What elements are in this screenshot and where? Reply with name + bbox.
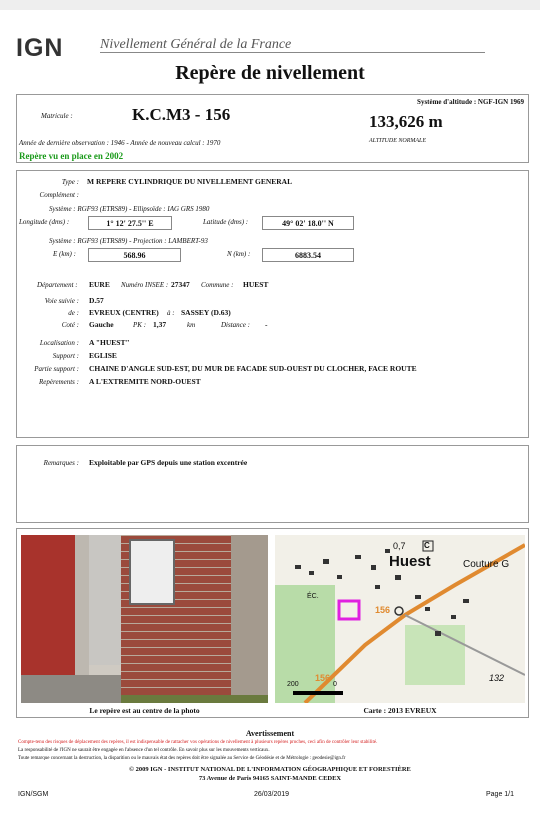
map-town-label: Huest [389,553,431,570]
warning-title: Avertissement [245,729,295,738]
reperements-value: A L'EXTREMITE NORD-OUEST [89,377,201,386]
red-door [21,535,75,675]
page-title: Repère de nivellement [175,62,365,84]
pk-label: PK : [133,321,147,329]
voie-label: Voie suivie : [44,297,79,305]
address-line: 73 Avenue de Paris 94165 SAINT-MANDE CED… [198,775,342,782]
departement-label: Département : [37,281,78,289]
a-value: SASSEY (D.63) [181,308,231,317]
document-page: IGN Nivellement Général de la France Rep… [0,10,540,833]
map-ec-label: ÉC. [307,593,319,600]
n-label: N (km) : [227,250,251,258]
insee-label: Numéro INSEE : [121,281,169,289]
map-scale-1: 0 [333,681,337,688]
longitude-label: Longitude (dms) : [19,218,70,226]
support-value: EGLISE [89,351,117,360]
e-field: 568.96 [88,248,181,262]
n-field: 6883.54 [262,248,354,262]
footer-date: 26/03/2019 [254,791,290,798]
distance-value: - [265,320,268,329]
observation-dates: Année de dernière observation : 1946 - A… [19,139,221,147]
voie-value: D.57 [89,296,104,305]
partie-value: CHAINE D'ANGLE SUD-EST, DU MUR DE FACADE… [89,364,417,373]
altitude-value: 133,626 m [369,112,443,131]
map-elev-4: 156 [315,673,331,683]
a-label: à : [167,309,175,317]
partie-label: Partie support : [34,365,79,373]
support-label: Support : [52,352,79,360]
church-symbol [394,606,404,616]
reperements-label: Repèrements : [39,378,79,386]
benchmark-marker [337,599,361,621]
type-label: Type : [61,178,79,186]
scale-bar [293,691,343,695]
altitude-system: Système d'altitude : NGF-IGN 1969 [417,98,524,106]
longitude-field: 1° 12' 27.5'' E [88,216,172,230]
remarques-label: Remarques : [43,459,79,467]
localisation-value: A "HUEST" [89,338,130,347]
warning-red-line: Compte-tenu des risques de déplacement d… [18,740,378,745]
remarques-box: Remarques : Exploitable par GPS depuis u… [16,445,529,523]
right-wall [231,535,268,703]
distance-label: Distance : [221,321,250,329]
grass [121,695,268,703]
latitude-field: 49° 02' 18.0'' N [262,216,354,230]
matricule-label: Matricule : [41,112,73,120]
e-label: E (km) : [53,250,76,258]
media-box: Le repère est au centre de la photo Hues… [16,528,529,718]
ign-logo: IGN [16,34,64,62]
altitude-label: ALTITUDE NORMALE [369,138,427,144]
map-place-label: Couture G [463,559,510,570]
identity-box: Matricule : K.C.M3 - 156 Système d'altit… [16,94,529,163]
details-box: Type : M REPERE CYLINDRIQUE DU NIVELLEME… [16,170,529,438]
stone-wall [89,535,121,665]
footer-left: IGN/SGM [18,791,49,798]
cote-label: Coté : [61,321,79,329]
header-subtitle: Nivellement Général de la France [100,37,292,52]
location-map: Huest Couture G 0,7 C 132 156 156 ÉC. 20… [275,535,525,703]
door-frame [75,535,89,675]
de-label: de : [68,309,79,317]
departement-value: EURE [89,280,110,289]
map-c-box: C [424,541,430,550]
map-elev-2: 132 [489,673,505,683]
pk-value: 1,37 [153,320,167,329]
warning-line-3: Toute remarque concernant la destruction… [18,756,346,761]
map-caption: Carte : 2013 EVREUX [363,706,437,715]
subtitle-rule [100,52,485,53]
footer-page: Page 1/1 [486,791,515,798]
remarques-value: Exploitable par GPS depuis une station e… [89,458,248,467]
km-unit: km [187,321,196,329]
map-elev-3: 156 [375,605,391,615]
commune-value: HUEST [243,280,269,289]
map-scale-0: 200 [287,681,299,688]
insee-value: 27347 [171,280,190,289]
site-photo [21,535,268,703]
photo-caption: Le repère est au centre de la photo [89,706,200,715]
matricule-value: K.C.M3 - 156 [132,105,231,124]
type-value: M REPERE CYLINDRIQUE DU NIVELLEMENT GENE… [87,177,293,186]
latitude-label: Latitude (dms) : [203,218,249,226]
map-elev-1: 0,7 [393,541,406,551]
commune-label: Commune : [201,281,234,289]
complement-label: Complément : [39,191,79,199]
projection-system: Système : RGF93 (ETRS89) - Projection : … [49,237,208,245]
copyright-line: © 2009 IGN - INSTITUT NATIONAL DE L'INFO… [129,766,411,773]
cote-value: Gauche [89,320,114,329]
status-line: Repère vu en place en 2002 [19,151,124,161]
ground [21,675,121,703]
geo-system: Système : RGF93 (ETRS89) - Ellipsoïde : … [49,205,210,213]
notice-board [129,539,175,605]
warning-line-2: La responsabilité de l'IGN ne saurait êt… [18,748,270,753]
de-value: EVREUX (CENTRE) [89,308,159,317]
localisation-label: Localisation : [39,339,79,347]
